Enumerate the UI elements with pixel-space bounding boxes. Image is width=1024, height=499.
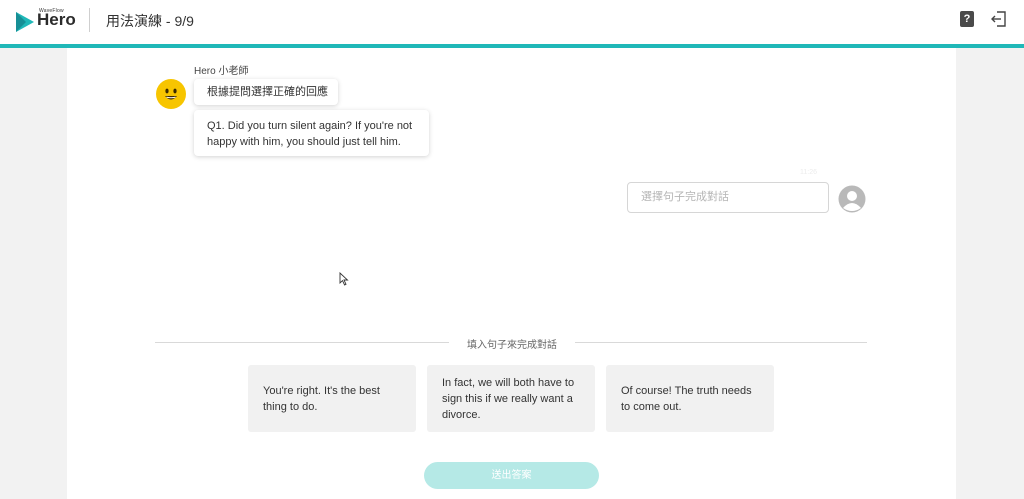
question-mark-icon[interactable]: ? xyxy=(960,11,974,27)
answer-timestamp: 11:26 xyxy=(800,169,817,176)
answer-option-2[interactable]: In fact, we will both have to sign this … xyxy=(427,365,595,432)
instruction-bubble: 根據提問選擇正確的回應 xyxy=(194,79,338,105)
page-title: 用法演練 - 9/9 xyxy=(106,13,194,29)
topbar-divider xyxy=(89,8,90,32)
teacher-name: Hero 小老師 xyxy=(194,66,249,77)
answer-field[interactable]: 選擇句子完成對話 xyxy=(627,182,829,213)
options-section-label: 填入句子來完成對話 xyxy=(467,340,557,351)
mouse-cursor-icon xyxy=(339,272,349,286)
exit-icon[interactable] xyxy=(991,10,1007,28)
answer-option-text: In fact, we will both have to sign this … xyxy=(442,376,575,421)
brand-name: Hero xyxy=(37,10,76,29)
smiley-avatar-icon xyxy=(156,79,186,109)
top-bar: WaveFlow Hero 用法演練 - 9/9 ? xyxy=(0,0,1024,48)
answer-option-1[interactable]: You're right. It's the best thing to do. xyxy=(248,365,416,432)
submit-answer-button[interactable]: 送出答案 xyxy=(424,462,599,489)
answer-option-3[interactable]: Of course! The truth needs to come out. xyxy=(606,365,774,432)
answer-option-text: Of course! The truth needs to come out. xyxy=(621,384,752,413)
answer-option-text: You're right. It's the best thing to do. xyxy=(263,384,380,413)
section-divider-left xyxy=(155,342,449,343)
question-bubble: Q1. Did you turn silent again? If you're… xyxy=(194,110,429,156)
section-divider-right xyxy=(575,342,867,343)
user-avatar-icon xyxy=(838,185,866,213)
help-label: ? xyxy=(963,13,971,25)
